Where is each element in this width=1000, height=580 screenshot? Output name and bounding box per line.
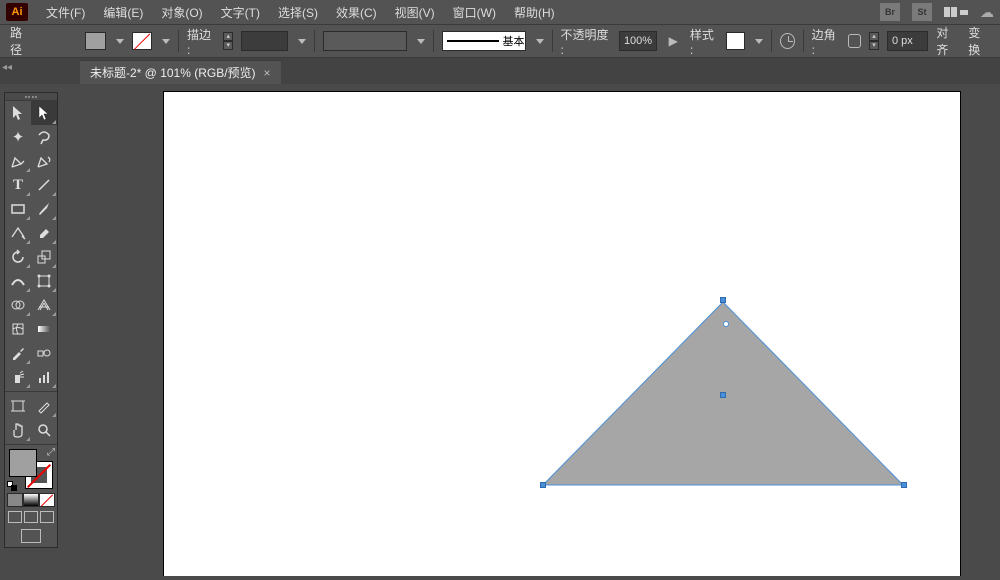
- color-mode-none[interactable]: [39, 493, 55, 507]
- blend-tool[interactable]: [31, 341, 57, 365]
- opacity-field[interactable]: [619, 31, 657, 51]
- corner-icon: [848, 34, 861, 48]
- transform-link[interactable]: 变换: [968, 24, 990, 58]
- zoom-tool[interactable]: [31, 418, 57, 442]
- selection-tool[interactable]: [5, 101, 31, 125]
- anchor-top[interactable]: [720, 297, 726, 303]
- anchor-bottom-left[interactable]: [540, 482, 546, 488]
- selection-type-label: 路径: [10, 24, 32, 58]
- profile-dd[interactable]: [417, 39, 425, 44]
- tools-grip[interactable]: [5, 93, 57, 101]
- menu-type[interactable]: 文字(T): [213, 1, 268, 23]
- color-mode-row: [5, 493, 57, 507]
- workspace-switcher[interactable]: [944, 7, 968, 17]
- tab-close-icon[interactable]: ×: [264, 66, 271, 80]
- menu-edit[interactable]: 编辑(E): [95, 1, 151, 23]
- align-link[interactable]: 对齐: [936, 24, 958, 58]
- tools-panel: ✦ T: [4, 92, 58, 548]
- scale-tool[interactable]: [31, 245, 57, 269]
- recolor-icon[interactable]: [780, 33, 795, 49]
- menu-object[interactable]: 对象(O): [153, 1, 210, 23]
- width-tool[interactable]: [5, 269, 31, 293]
- free-transform-tool[interactable]: [31, 269, 57, 293]
- pen-tool[interactable]: [5, 149, 31, 173]
- opacity-label: 不透明度 :: [560, 26, 610, 57]
- artboard[interactable]: [164, 92, 960, 576]
- opacity-more[interactable]: ▶: [665, 34, 682, 48]
- anchor-bottom-right[interactable]: [901, 482, 907, 488]
- draw-normal[interactable]: [8, 511, 22, 523]
- color-mode-gradient[interactable]: [23, 493, 39, 507]
- hand-tool[interactable]: [5, 418, 31, 442]
- magic-wand-tool[interactable]: ✦: [5, 125, 31, 149]
- corner-field[interactable]: [887, 31, 928, 51]
- menu-bar: Ai 文件(F) 编辑(E) 对象(O) 文字(T) 选择(S) 效果(C) 视…: [0, 0, 1000, 24]
- menu-view[interactable]: 视图(V): [387, 1, 443, 23]
- shape-builder-tool[interactable]: [5, 293, 31, 317]
- style-dd[interactable]: [755, 39, 763, 44]
- corner-widget[interactable]: [723, 321, 729, 327]
- stroke-weight-label: 描边 :: [187, 26, 215, 57]
- stroke-dropdown[interactable]: [162, 39, 170, 44]
- gradient-tool[interactable]: [31, 317, 57, 341]
- mesh-tool[interactable]: [5, 317, 31, 341]
- stroke-weight-stepper[interactable]: ▴▾: [223, 32, 233, 50]
- document-tab[interactable]: 未标题-2* @ 101% (RGB/预览) ×: [80, 60, 281, 84]
- fill-swatch[interactable]: [85, 32, 105, 50]
- paintbrush-tool[interactable]: [31, 197, 57, 221]
- menu-window[interactable]: 窗口(W): [445, 1, 504, 23]
- menu-file[interactable]: 文件(F): [38, 1, 93, 23]
- curvature-tool[interactable]: [31, 149, 57, 173]
- shaper-tool[interactable]: [5, 221, 31, 245]
- corner-stepper[interactable]: ▴▾: [869, 32, 879, 50]
- slice-tool[interactable]: [31, 394, 57, 418]
- app-logo: Ai: [6, 3, 28, 21]
- menu-help[interactable]: 帮助(H): [506, 1, 563, 23]
- draw-inside[interactable]: [40, 511, 54, 523]
- eraser-tool[interactable]: [31, 221, 57, 245]
- tab-title: 未标题-2* @ 101% (RGB/预览): [90, 64, 256, 81]
- artboard-tool[interactable]: [5, 394, 31, 418]
- menu-effect[interactable]: 效果(C): [328, 1, 385, 23]
- type-tool[interactable]: T: [5, 173, 31, 197]
- eyedropper-tool[interactable]: [5, 341, 31, 365]
- style-label: 样式 :: [690, 26, 718, 57]
- bridge-icon[interactable]: Br: [880, 3, 900, 21]
- workspace: [76, 84, 996, 576]
- graph-tool[interactable]: [31, 365, 57, 389]
- document-tab-bar: ◂◂ 未标题-2* @ 101% (RGB/预览) ×: [0, 58, 1000, 84]
- direct-selection-tool[interactable]: [31, 101, 57, 125]
- color-mode-solid[interactable]: [7, 493, 23, 507]
- rectangle-tool[interactable]: [5, 197, 31, 221]
- draw-mode-row: [5, 511, 57, 523]
- screen-mode[interactable]: [21, 529, 41, 543]
- rotate-tool[interactable]: [5, 245, 31, 269]
- draw-behind[interactable]: [24, 511, 38, 523]
- brush-definition[interactable]: 基本: [442, 31, 526, 51]
- perspective-grid-tool[interactable]: [31, 293, 57, 317]
- corner-label: 边角 :: [812, 26, 840, 57]
- fill-stroke-control[interactable]: ⤢: [7, 447, 55, 491]
- stroke-weight-field[interactable]: [241, 31, 288, 51]
- line-tool[interactable]: [31, 173, 57, 197]
- stock-icon[interactable]: St: [912, 3, 932, 21]
- stroke-swatch[interactable]: [132, 32, 152, 50]
- panel-collapse-icon[interactable]: ◂◂: [2, 62, 12, 73]
- stroke-weight-dd[interactable]: [298, 39, 306, 44]
- fill-dropdown[interactable]: [116, 39, 124, 44]
- screen-mode-row: [5, 529, 57, 543]
- fill-box[interactable]: [9, 449, 37, 477]
- brush-dd[interactable]: [536, 39, 544, 44]
- menu-select[interactable]: 选择(S): [270, 1, 326, 23]
- sync-icon[interactable]: ☁: [980, 4, 994, 21]
- center-point[interactable]: [720, 392, 726, 398]
- profile-field[interactable]: [323, 31, 407, 51]
- style-swatch[interactable]: [726, 32, 745, 50]
- symbol-sprayer-tool[interactable]: [5, 365, 31, 389]
- swap-fill-stroke-icon[interactable]: ⤢: [47, 447, 55, 458]
- options-bar: 路径 描边 : ▴▾ 基本 不透明度 : ▶ 样式 : 边角 : ▴▾ 对齐 变…: [0, 24, 1000, 58]
- lasso-tool[interactable]: [31, 125, 57, 149]
- default-fill-stroke-icon[interactable]: [7, 481, 17, 491]
